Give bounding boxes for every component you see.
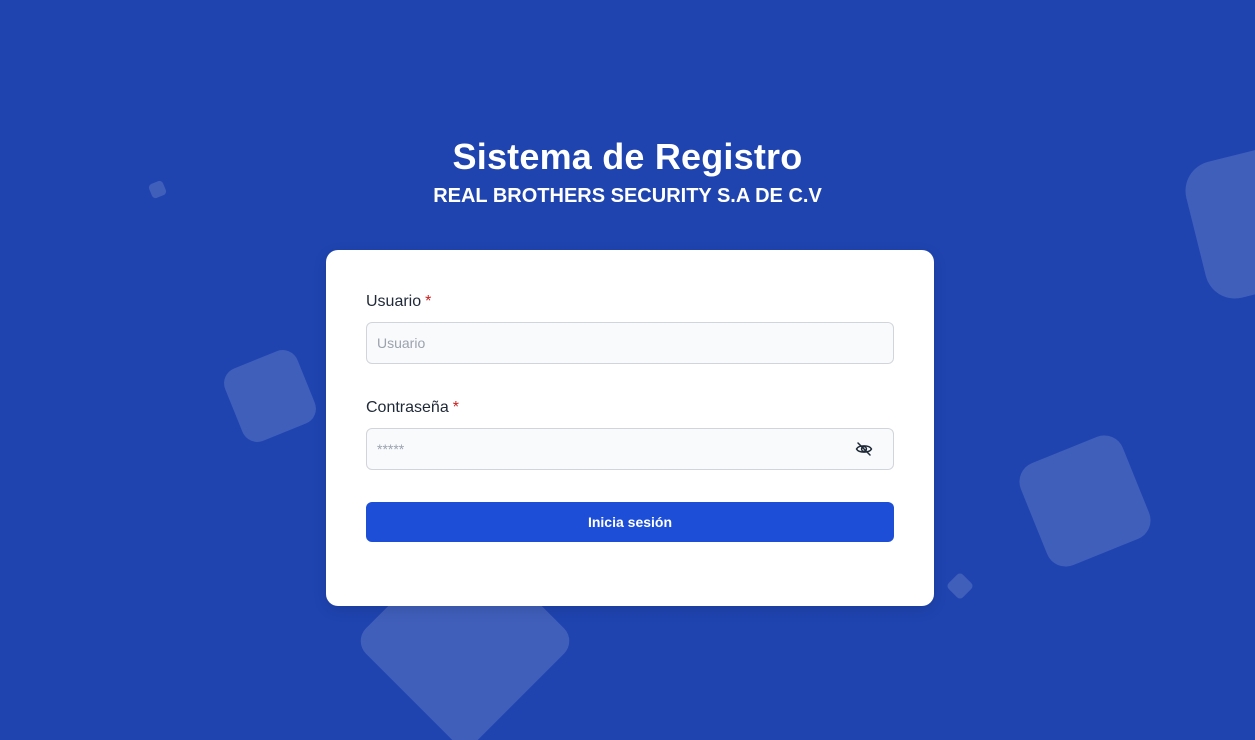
page-header: Sistema de Registro REAL BROTHERS SECURI…	[0, 134, 1255, 209]
login-card: Usuario* Contraseña* Inicia sesión	[326, 250, 934, 606]
password-field	[366, 428, 894, 470]
username-field	[366, 322, 894, 364]
required-marker: *	[425, 293, 432, 310]
username-input[interactable]	[367, 323, 893, 363]
username-label: Usuario *	[366, 292, 431, 312]
username-label-text: Usuario	[366, 293, 422, 310]
login-button[interactable]: Inicia sesión	[366, 502, 894, 542]
password-label: Contraseña *	[366, 398, 459, 418]
password-input[interactable]	[367, 429, 893, 469]
eye-off-icon[interactable]	[855, 440, 873, 458]
required-marker: *	[452, 399, 459, 416]
decorative-shape	[1013, 429, 1157, 573]
password-label-text: Contraseña	[366, 399, 449, 416]
company-name: REAL BROTHERS SECURITY S.A DE C.V	[433, 185, 822, 207]
page-title: Sistema de Registro	[452, 136, 803, 177]
decorative-shape	[945, 571, 975, 601]
decorative-shape	[219, 345, 321, 447]
login-page: { "header": { "title": "Sistema de Regis…	[0, 0, 1255, 740]
